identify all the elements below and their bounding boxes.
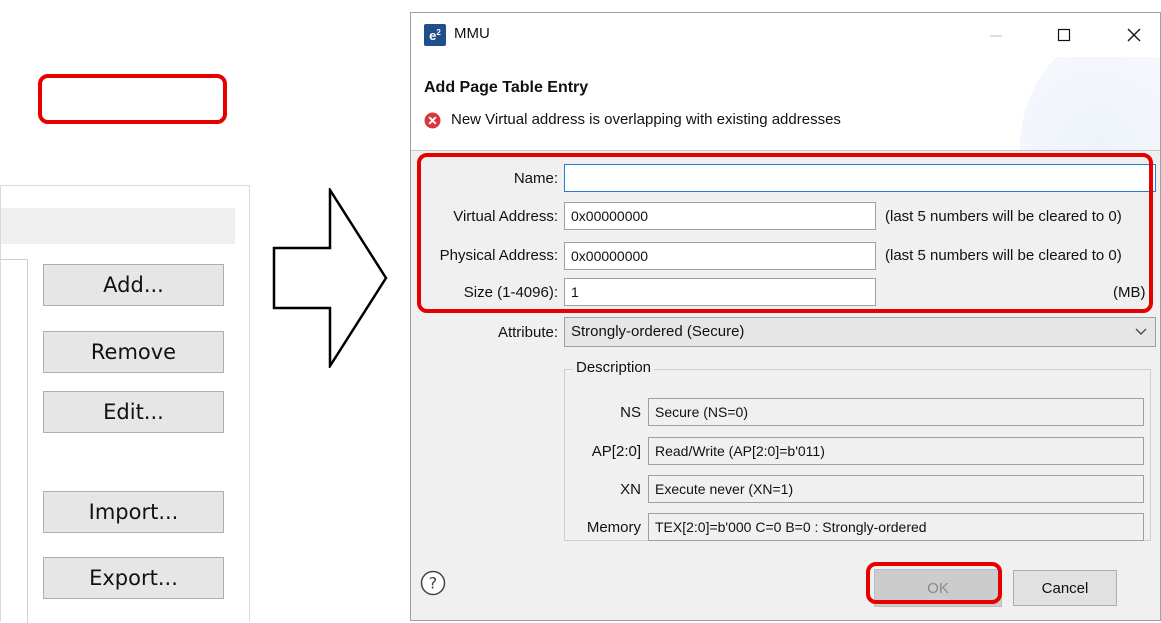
chevron-down-icon: [1135, 328, 1147, 335]
import-button[interactable]: Import...: [43, 491, 224, 533]
attribute-value: Strongly-ordered (Secure): [571, 323, 745, 340]
window-title: MMU: [454, 25, 490, 42]
xn-label: XN: [620, 481, 641, 498]
error-icon: [424, 112, 441, 129]
edit-button[interactable]: Edit...: [43, 391, 224, 433]
dialog-header: Add Page Table Entry New Virtual address…: [411, 57, 1160, 151]
maximize-icon: [1057, 28, 1071, 42]
cancel-button[interactable]: Cancel: [1013, 570, 1117, 606]
minimize-icon: [990, 35, 1002, 37]
close-icon: [1127, 28, 1141, 42]
button-panel: Add... Remove Edit... Import... Export..…: [0, 185, 250, 623]
app-logo-superscript: 2: [436, 27, 441, 37]
table-header-strip: [1, 208, 235, 244]
minimize-button[interactable]: [973, 19, 1019, 51]
virtual-address-label: Virtual Address:: [453, 208, 558, 225]
size-unit: (MB): [1113, 284, 1146, 301]
entry-table[interactable]: [1, 259, 28, 623]
header-decoration: [1020, 57, 1160, 151]
size-input[interactable]: [564, 278, 876, 306]
physical-address-label: Physical Address:: [439, 247, 558, 264]
mmu-dialog: e2 MMU Add Page Table Entry New Virtual …: [410, 12, 1161, 621]
virtual-address-input[interactable]: [564, 202, 876, 230]
ap-value: Read/Write (AP[2:0]=b'011): [648, 437, 1144, 465]
error-message: New Virtual address is overlapping with …: [451, 111, 841, 128]
virtual-address-note: (last 5 numbers will be cleared to 0): [885, 208, 1122, 225]
name-label: Name:: [513, 170, 558, 187]
memory-label: Memory: [586, 519, 641, 536]
ok-button[interactable]: OK: [874, 569, 1002, 607]
add-button[interactable]: Add...: [43, 264, 224, 306]
maximize-button[interactable]: [1041, 19, 1087, 51]
header-divider: [411, 150, 1160, 151]
close-button[interactable]: [1111, 19, 1157, 51]
xn-value: Execute never (XN=1): [648, 475, 1144, 503]
title-bar[interactable]: e2 MMU: [411, 13, 1160, 57]
add-button-highlight: [38, 74, 227, 124]
remove-button[interactable]: Remove: [43, 331, 224, 373]
svg-text:?: ?: [429, 574, 438, 593]
help-icon[interactable]: ?: [420, 570, 446, 596]
name-input[interactable]: [564, 164, 1156, 192]
dialog-heading: Add Page Table Entry: [424, 79, 589, 96]
app-logo: e2: [424, 24, 446, 46]
ns-label: NS: [620, 404, 641, 421]
physical-address-input[interactable]: [564, 242, 876, 270]
description-group: Description NS Secure (NS=0) AP[2:0] Rea…: [564, 359, 1151, 541]
memory-value: TEX[2:0]=b'000 C=0 B=0 : Strongly-ordere…: [648, 513, 1144, 541]
ns-value: Secure (NS=0): [648, 398, 1144, 426]
app-logo-letter: e: [429, 27, 437, 43]
size-label: Size (1-4096):: [463, 284, 558, 301]
export-button[interactable]: Export...: [43, 557, 224, 599]
arrow-right-icon: [272, 188, 388, 368]
attribute-select[interactable]: Strongly-ordered (Secure): [564, 317, 1156, 347]
ap-label: AP[2:0]: [591, 443, 641, 460]
attribute-label: Attribute:: [497, 324, 558, 341]
description-legend: Description: [573, 359, 655, 376]
physical-address-note: (last 5 numbers will be cleared to 0): [885, 247, 1122, 264]
